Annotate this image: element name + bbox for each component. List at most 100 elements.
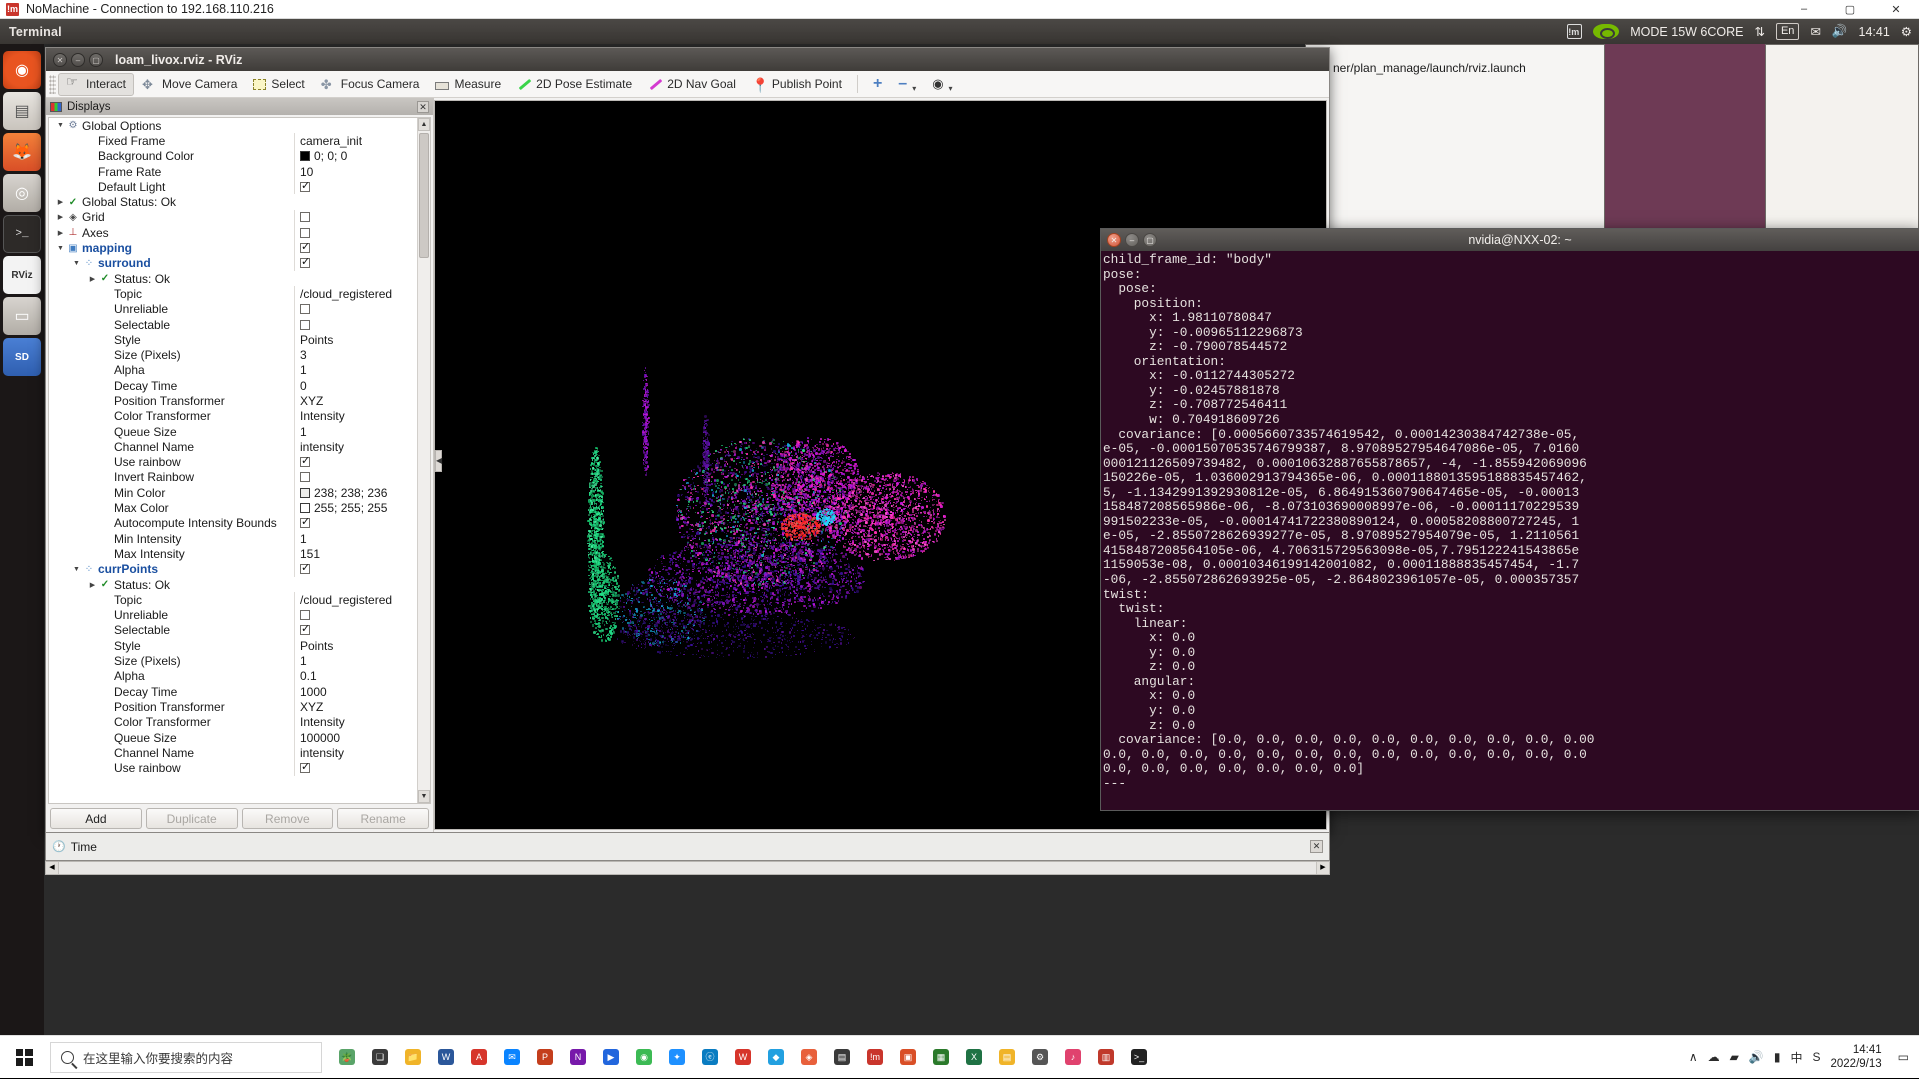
display-row-checkbox[interactable] (300, 304, 310, 314)
launcher-item-terminal[interactable]: >_ (3, 215, 41, 253)
display-tree-row[interactable]: Decay Time0 (49, 378, 417, 393)
display-row-value-cell[interactable] (294, 194, 417, 209)
display-row-value-cell[interactable]: 0 (294, 378, 417, 393)
toolbar-drag-handle[interactable] (49, 75, 56, 94)
visibility-chevron-down-icon[interactable]: ▾ (949, 84, 953, 93)
tool-2d-pose-estimate[interactable]: 2D Pose Estimate (509, 73, 640, 96)
display-row-value-cell[interactable]: 1 (294, 653, 417, 668)
display-tree-row[interactable]: Topic/cloud_registered (49, 592, 417, 607)
display-tree-row[interactable]: Position TransformerXYZ (49, 393, 417, 408)
display-row-value-cell[interactable]: camera_init (294, 133, 417, 148)
mail-indicator-icon[interactable]: ✉ (1810, 24, 1820, 39)
nomachine-maximize-button[interactable]: ▢ (1827, 0, 1873, 19)
display-row-value-cell[interactable]: 1 (294, 424, 417, 439)
display-tree-row[interactable]: Queue Size1 (49, 424, 417, 439)
display-tree-row[interactable]: Color TransformerIntensity (49, 715, 417, 730)
display-tree-row[interactable]: ▶⊥Axes (49, 225, 417, 240)
display-row-value-cell[interactable]: 1 (294, 363, 417, 378)
remove-display-button[interactable]: Remove (242, 808, 334, 829)
unity-app-menu-title[interactable]: Terminal (0, 25, 62, 39)
tool-measure[interactable]: Measure (427, 73, 509, 96)
display-tree-row[interactable]: ▶◈Grid (49, 210, 417, 225)
display-tree-row[interactable]: Channel Nameintensity (49, 439, 417, 454)
rename-display-button[interactable]: Rename (337, 808, 429, 829)
display-tree-row[interactable]: ▶✓Status: Ok (49, 577, 417, 592)
expander-closed-icon[interactable]: ▶ (87, 581, 98, 589)
tool-move-camera[interactable]: ✥ Move Camera (134, 73, 245, 96)
launcher-item-text-editor[interactable]: ▭ (3, 297, 41, 335)
display-row-value-cell[interactable]: 0; 0; 0 (294, 149, 417, 164)
display-row-value-cell[interactable]: 0.1 (294, 669, 417, 684)
display-row-checkbox[interactable] (300, 243, 310, 253)
display-row-checkbox[interactable] (300, 610, 310, 620)
display-tree-row[interactable]: ▶✓Global Status: Ok (49, 194, 417, 209)
display-tree-row[interactable]: Position TransformerXYZ (49, 699, 417, 714)
display-row-value-cell[interactable]: 151 (294, 546, 417, 561)
display-row-value-cell[interactable] (294, 271, 417, 286)
display-row-value-cell[interactable] (294, 225, 417, 240)
display-row-value-cell[interactable] (294, 302, 417, 317)
add-display-button[interactable]: Add (50, 808, 142, 829)
system-menu-gear-icon[interactable]: ⚙ (1901, 24, 1912, 39)
volume-indicator-icon[interactable]: 🔊 (1832, 24, 1848, 39)
display-row-value-cell[interactable]: 255; 255; 255 (294, 500, 417, 515)
display-row-value-cell[interactable] (294, 179, 417, 194)
tool-2d-nav-goal[interactable]: 2D Nav Goal (640, 73, 744, 96)
scroll-up-arrow-icon[interactable]: ▲ (418, 118, 430, 131)
clock-indicator[interactable]: 14:41 (1859, 25, 1890, 39)
launcher-item-ubuntu-dash[interactable]: ◉ (3, 51, 41, 89)
display-row-value-cell[interactable] (294, 562, 417, 577)
display-row-checkbox[interactable] (300, 564, 310, 574)
display-tree-row[interactable]: Invert Rainbow (49, 470, 417, 485)
display-row-value-cell[interactable]: XYZ (294, 393, 417, 408)
display-row-value-cell[interactable]: intensity (294, 745, 417, 760)
expander-closed-icon[interactable]: ▶ (55, 198, 66, 206)
display-row-value-cell[interactable]: XYZ (294, 699, 417, 714)
display-row-value-cell[interactable]: Intensity (294, 409, 417, 424)
display-row-value-cell[interactable]: Intensity (294, 715, 417, 730)
display-row-value-cell[interactable] (294, 516, 417, 531)
display-row-checkbox[interactable] (300, 763, 310, 773)
display-row-checkbox[interactable] (300, 625, 310, 635)
nomachine-minimize-button[interactable]: – (1781, 0, 1827, 19)
display-tree-row[interactable]: ▶✓Status: Ok (49, 271, 417, 286)
color-swatch[interactable] (300, 503, 310, 513)
launcher-item-ubuntu-software[interactable]: ◎ (3, 174, 41, 212)
display-tree-row[interactable]: ▼⁘currPoints (49, 562, 417, 577)
display-row-value-cell[interactable] (294, 470, 417, 485)
expander-closed-icon[interactable]: ▶ (55, 229, 66, 237)
color-swatch[interactable] (300, 488, 310, 498)
display-tree-row[interactable]: Use rainbow (49, 455, 417, 470)
display-tree-row[interactable]: Default Light (49, 179, 417, 194)
display-row-checkbox[interactable] (300, 457, 310, 467)
tool-publish-point[interactable]: 📍 Publish Point (744, 73, 850, 96)
tool-add[interactable]: + (865, 73, 890, 96)
tool-visibility[interactable]: ◉ ▾ (924, 73, 960, 96)
display-row-checkbox[interactable] (300, 228, 310, 238)
keyboard-layout-indicator[interactable]: En (1776, 23, 1799, 40)
expander-open-icon[interactable]: ▼ (71, 260, 82, 267)
display-tree-row[interactable]: Min Intensity1 (49, 531, 417, 546)
display-row-value-cell[interactable] (294, 118, 417, 133)
display-row-value-cell[interactable]: 1 (294, 531, 417, 546)
display-row-value-cell[interactable]: 1000 (294, 684, 417, 699)
launcher-item-rviz[interactable]: RViz (3, 256, 41, 294)
displays-tree[interactable]: ▼⚙Global OptionsFixed Framecamera_initBa… (49, 118, 417, 803)
display-tree-row[interactable]: Size (Pixels)1 (49, 653, 417, 668)
display-tree-row[interactable]: Unreliable (49, 302, 417, 317)
display-row-value-cell[interactable] (294, 623, 417, 638)
display-row-checkbox[interactable] (300, 258, 310, 268)
display-tree-row[interactable]: Channel Nameintensity (49, 745, 417, 760)
remove-chevron-down-icon[interactable]: ▾ (912, 84, 916, 93)
display-tree-row[interactable]: Size (Pixels)3 (49, 347, 417, 362)
launcher-item-firefox[interactable]: 🦊 (3, 133, 41, 171)
expander-closed-icon[interactable]: ▶ (87, 275, 98, 283)
display-row-value-cell[interactable] (294, 577, 417, 592)
display-tree-row[interactable]: Selectable (49, 317, 417, 332)
launcher-item-sd-card[interactable]: SD (3, 338, 41, 376)
scrollbar-thumb[interactable] (419, 133, 429, 258)
display-tree-row[interactable]: Color TransformerIntensity (49, 409, 417, 424)
rviz-maximize-button[interactable]: ▢ (89, 53, 103, 67)
nvidia-indicator-icon[interactable] (1593, 24, 1619, 39)
display-row-value-cell[interactable]: Points (294, 332, 417, 347)
